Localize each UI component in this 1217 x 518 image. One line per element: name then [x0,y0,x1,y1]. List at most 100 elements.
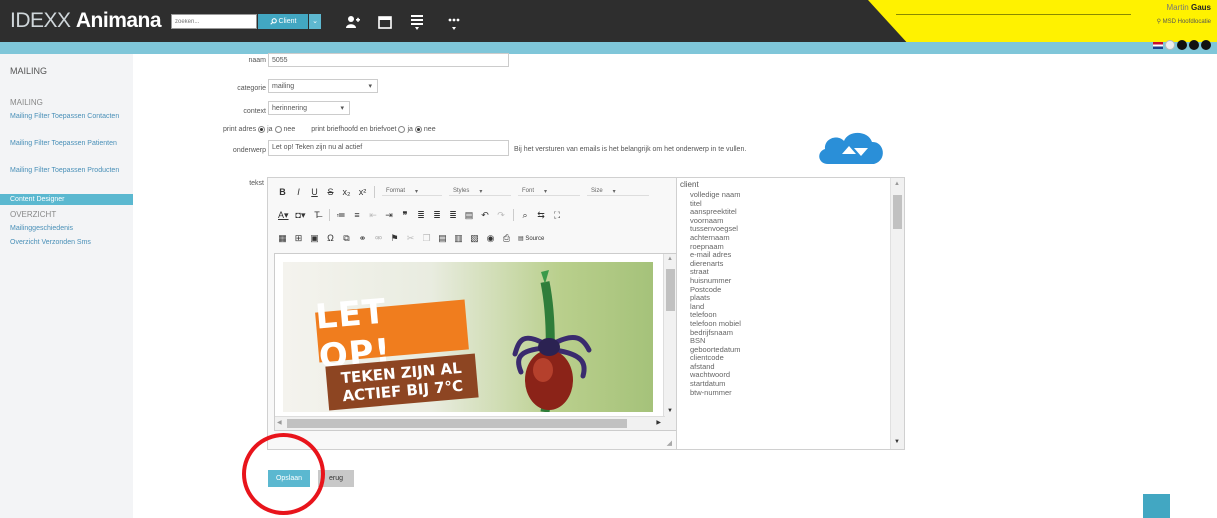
align-left-icon[interactable]: ≣ [417,210,426,221]
bulleted-list-icon[interactable]: ≡ [353,210,362,220]
scroll-down-icon[interactable]: ▼ [894,439,900,445]
client-search-button[interactable]: Client [258,14,308,29]
chevron-down-icon: ▾ [612,189,616,195]
sidebar-item-contacten[interactable]: Mailing Filter Toepassen Contacten [10,113,128,120]
source-button[interactable]: ▤ Source [518,235,544,242]
image-icon[interactable]: ▣ [310,233,319,244]
justify-icon[interactable]: ▤ [465,210,474,221]
sidebar-item-content-designer[interactable]: Content Designer [0,194,133,205]
print-adres-ja-label: ja [267,126,273,133]
field-list-header[interactable]: client [680,180,699,189]
anchor-icon[interactable]: ⚑ [390,233,399,244]
cloud-upload-icon[interactable] [816,128,888,166]
format-dropdown[interactable]: Format ▾ [382,188,442,196]
bold-icon[interactable]: B [278,187,287,197]
scroll-up-icon[interactable]: ▲ [667,256,673,262]
scroll-right-icon[interactable]: ▶ [656,419,661,426]
indent-icon[interactable]: ⇥ [385,210,394,221]
highlight-circle-annotation [242,433,325,515]
print-brief-nee-radio[interactable] [414,126,422,133]
settings-icon[interactable] [1201,40,1211,50]
print-adres-nee-radio[interactable] [274,126,282,133]
underline-icon[interactable]: U [310,187,319,197]
link-icon[interactable]: ⚭ [358,233,367,244]
print-brief-ja-radio[interactable] [398,126,406,133]
redo-icon[interactable]: ↷ [497,210,506,221]
background-color-icon[interactable]: ◘▾ [296,210,306,221]
font-dropdown[interactable]: Font ▾ [518,188,580,196]
text-color-icon[interactable]: A▾ [278,210,289,221]
print-adres-row: print adres ja nee print briefhoofd en b… [223,126,436,133]
align-center-icon[interactable]: ≣ [433,210,442,221]
editor-horizontal-scrollbar[interactable]: ◀ ▶ [275,416,665,430]
styles-dropdown[interactable]: Styles ▾ [449,188,511,196]
outdent-icon[interactable]: ⇤ [369,210,378,221]
scroll-up-icon[interactable]: ▲ [894,181,900,187]
table-icon[interactable]: ⊞ [294,233,303,244]
more-icon[interactable] [443,11,465,33]
paste-icon[interactable]: ▤ [438,233,447,244]
editor-vertical-thumb[interactable] [666,269,675,311]
chevron-down-icon: ⌄ [312,18,318,25]
blockquote-icon[interactable]: ❞ [401,210,410,221]
field-list-item[interactable]: btw-nummer [690,388,741,398]
user-name[interactable]: Martin Gaus [1167,3,1211,12]
maximize-icon[interactable]: ⛶ [553,210,562,221]
special-char-icon[interactable]: Ω [326,233,335,243]
scroll-left-icon[interactable]: ◀ [277,419,282,426]
sidebar-item-sms[interactable]: Overzicht Verzonden Sms [10,239,128,246]
logo-light: IDEXX [10,9,71,32]
dutch-flag-icon[interactable] [1153,41,1163,49]
italic-icon[interactable]: I [294,187,303,197]
client-dropdown-button[interactable]: ⌄ [309,14,321,29]
app-logo[interactable]: IDEXX Animana [10,9,162,33]
status-globe-icon[interactable] [1165,40,1175,50]
categorie-select[interactable]: mailing ▾ [268,79,378,93]
cut-icon[interactable]: ✂ [406,233,415,244]
size-dropdown[interactable]: Size ▾ [587,188,649,196]
scroll-top-button[interactable] [1143,494,1170,518]
help-icon[interactable] [1177,40,1187,50]
sidebar-item-patienten[interactable]: Mailing Filter Toepassen Patienten [10,140,128,147]
tick-banner-image[interactable]: LET OP! TEKEN ZIJN AL ACTIEF BIJ 7°C [283,262,653,412]
template-icon[interactable]: ▦ [278,233,287,244]
chevron-down-icon: ▾ [415,189,419,195]
resize-handle-icon[interactable]: ◢ [667,439,672,447]
copy-icon[interactable]: ❐ [422,233,431,244]
editor-horizontal-thumb[interactable] [287,419,627,428]
replace-icon[interactable]: ⇆ [537,210,546,221]
align-right-icon[interactable]: ≣ [449,210,458,221]
find-icon[interactable]: ⌕ [521,210,530,221]
location-label[interactable]: ⚲ MSD Hoofdlocatie [1157,18,1211,25]
print-adres-ja-radio[interactable] [258,126,266,133]
list-icon[interactable] [406,11,428,33]
scroll-down-icon[interactable]: ▼ [667,408,673,414]
print-icon[interactable]: ⎙ [502,233,511,244]
info-icon[interactable] [1189,40,1199,50]
naam-field[interactable]: 5055 [268,53,509,67]
subscript-icon[interactable]: x₂ [342,187,351,197]
paste-word-icon[interactable]: ▧ [470,233,479,244]
paste-text-icon[interactable]: ▥ [454,233,463,244]
sidebar-item-producten[interactable]: Mailing Filter Toepassen Producten [10,167,128,174]
search-input[interactable] [171,14,257,29]
iframe-icon[interactable]: ⧉ [342,233,351,244]
field-list-scrollbar[interactable]: ▲ ▼ [890,178,904,449]
editor-vertical-scrollbar[interactable]: ▲ ▼ [663,254,677,430]
remove-format-icon[interactable]: T̶ [313,210,322,220]
calendar-icon[interactable] [374,11,396,33]
strikethrough-icon[interactable]: S [326,187,335,197]
location-pin-icon: ⚲ [1156,19,1161,25]
unlink-icon[interactable]: ⚮ [374,233,383,244]
add-person-icon[interactable] [342,11,364,33]
undo-icon[interactable]: ↶ [481,210,490,221]
field-list-thumb[interactable] [893,195,902,229]
numbered-list-icon[interactable]: ≔ [337,210,346,221]
editor-content-area[interactable]: LET OP! TEKEN ZIJN AL ACTIEF BIJ 7°C ▲ ▼… [274,253,678,431]
sidebar-item-mailinggeschiedenis[interactable]: Mailinggeschiedenis [10,225,128,232]
user-bar-line [896,14,1131,15]
onderwerp-field[interactable]: Let op! Teken zijn nu al actief [268,140,509,156]
superscript-icon[interactable]: x² [358,187,367,197]
context-select[interactable]: herinnering ▾ [268,101,350,115]
preview-icon[interactable]: ◉ [486,233,495,244]
